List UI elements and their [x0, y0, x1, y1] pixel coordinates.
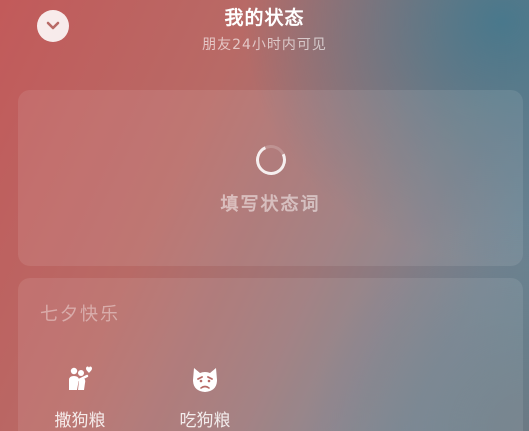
status-word-placeholder[interactable]: 填写状态词: [18, 190, 523, 216]
header: 我的状态 朋友24小时内可见: [0, 0, 529, 80]
visibility-subtitle: 朋友24小时内可见: [202, 37, 327, 53]
option-show-off[interactable]: 撒狗粮: [40, 364, 120, 431]
couple-heart-icon: [69, 366, 92, 390]
festival-title: 七夕快乐: [40, 304, 120, 325]
festival-card: 七夕快乐 撒狗粮 吃狗粮: [18, 278, 523, 431]
sad-dog-face-icon: [193, 368, 217, 392]
option-eat[interactable]: 吃狗粮: [165, 364, 245, 431]
option-label: 撒狗粮: [54, 411, 106, 431]
page-title: 我的状态: [224, 7, 305, 29]
option-label: 吃狗粮: [179, 411, 231, 431]
status-input-card[interactable]: 填写状态词: [18, 90, 523, 266]
loading-spinner-icon: [251, 140, 291, 180]
